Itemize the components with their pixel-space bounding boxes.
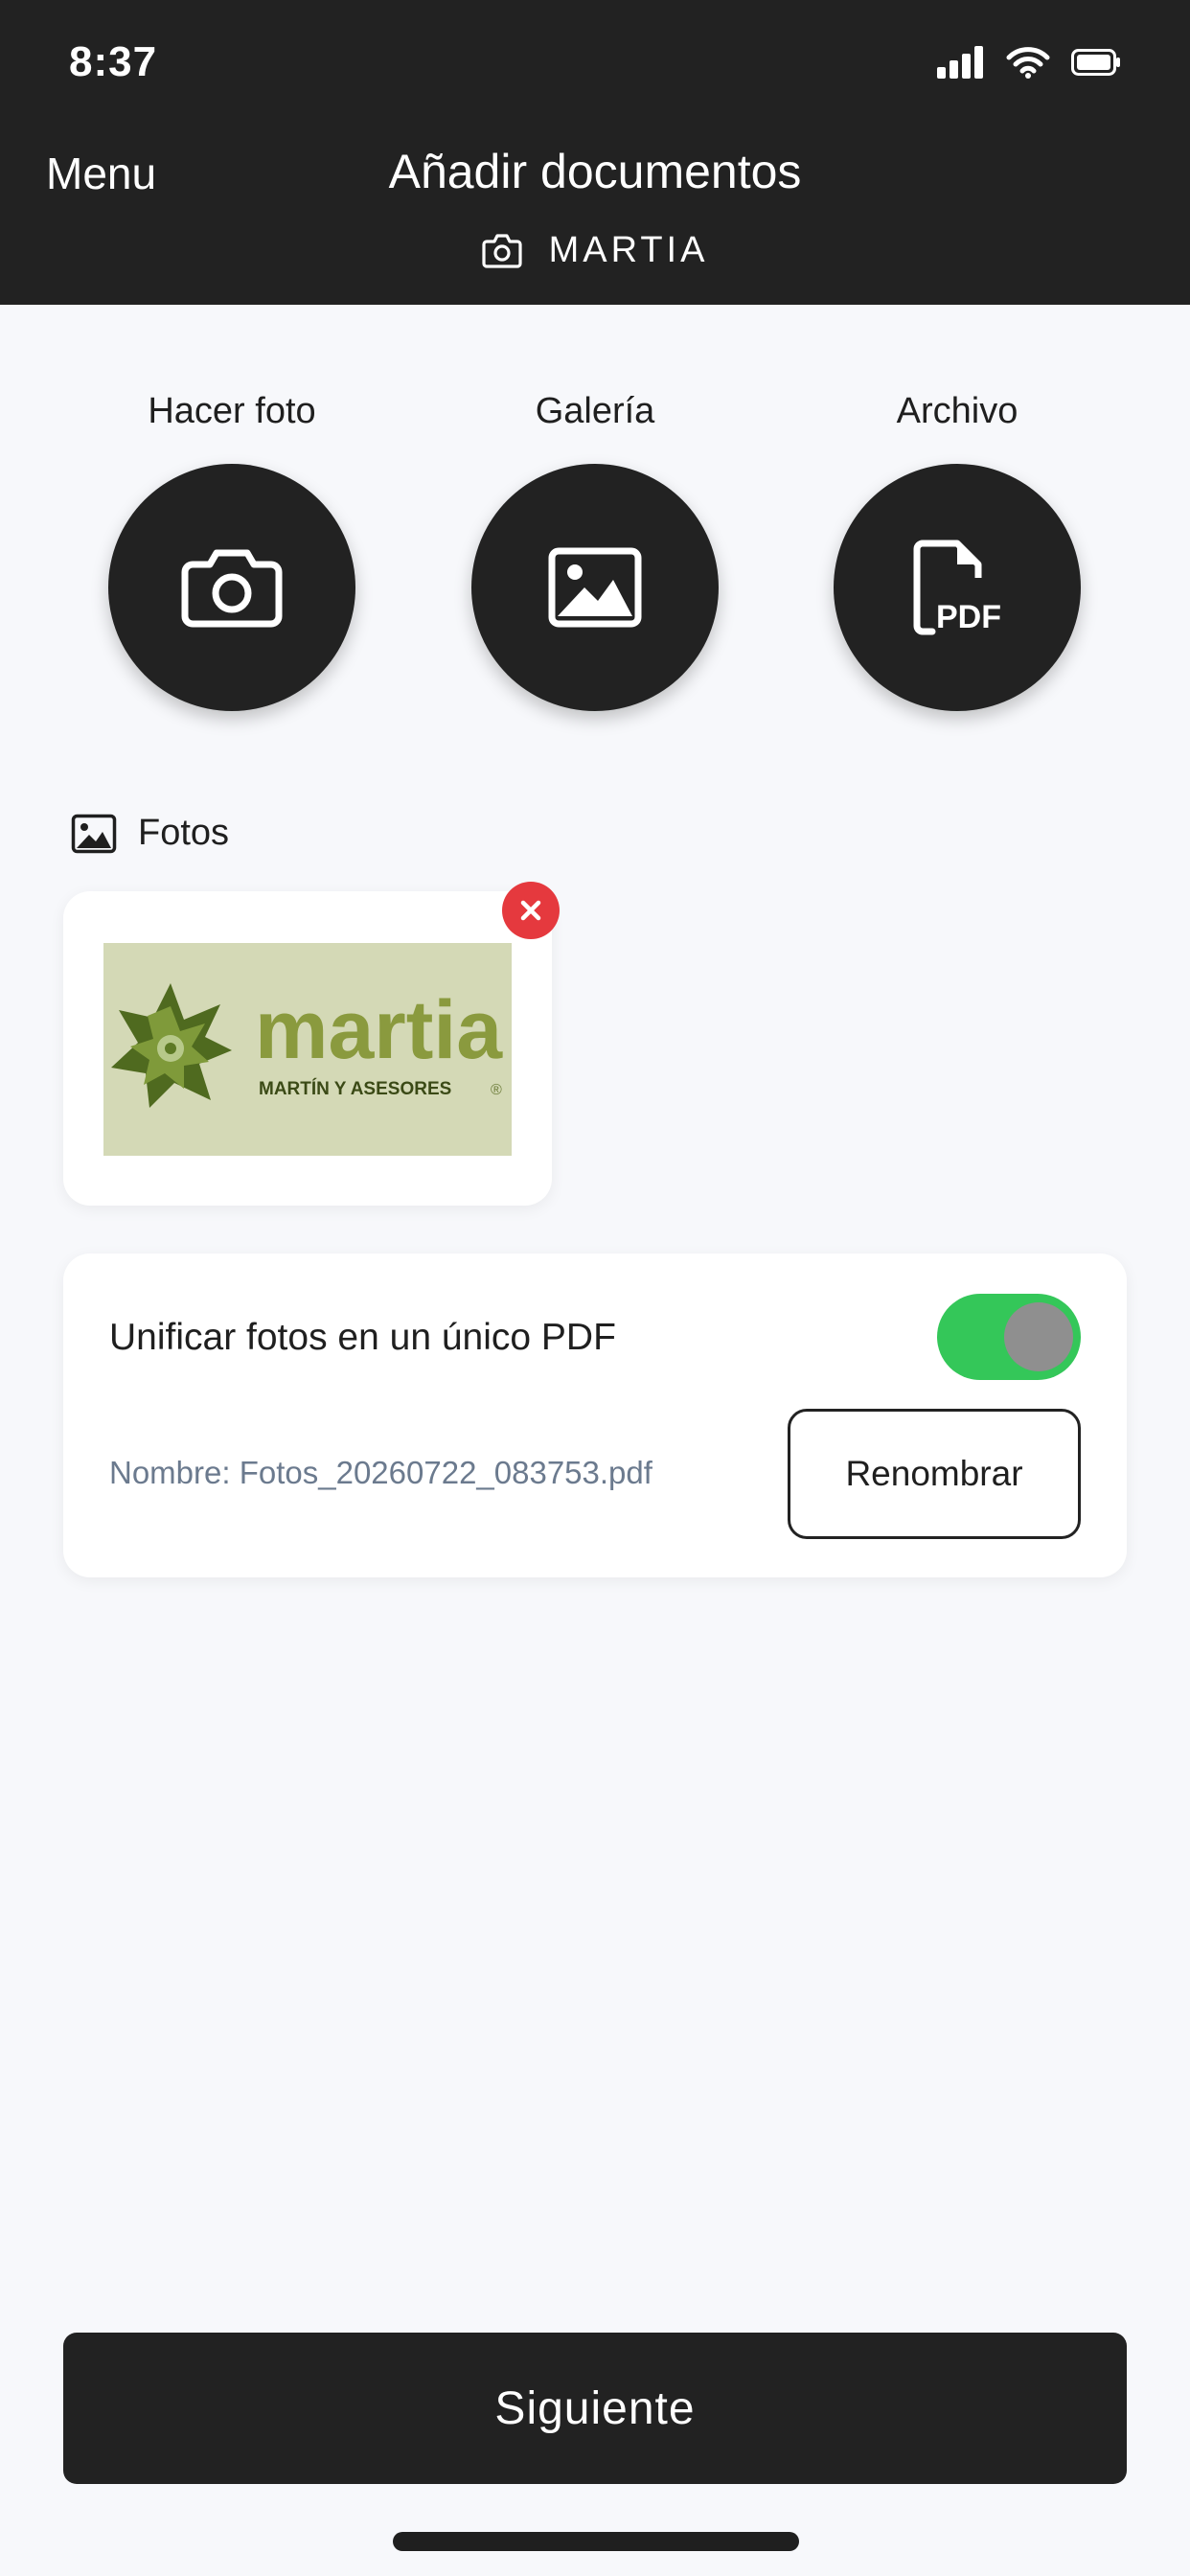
gallery-label: Galería [535,391,655,431]
next-button[interactable]: Siguiente [63,2333,1127,2484]
app-header: 8:37 Menu Añadir documentos MARTIA [0,0,1190,305]
photos-section-label: Fotos [138,813,230,853]
take-photo-action[interactable]: Hacer foto [88,391,376,711]
martia-logo: martia MARTÍN Y ASESORES ® [111,983,503,1108]
status-icons [937,46,1121,79]
image-icon [548,547,642,628]
take-photo-button[interactable] [108,464,355,711]
camera-icon [181,549,283,628]
photos-section-header: Fotos [71,813,229,854]
home-indicator[interactable] [393,2532,799,2551]
company-subtitle: MARTIA [0,230,1190,271]
unify-pdf-label: Unificar fotos en un único PDF [109,1317,616,1358]
close-icon [520,900,541,921]
pdf-file-icon: PDF [913,540,1001,635]
gallery-button[interactable] [471,464,719,711]
take-photo-label: Hacer foto [148,391,316,431]
logo-subtext: MARTÍN Y ASESORES [259,1078,451,1099]
file-action[interactable]: Archivo PDF [813,391,1101,711]
rename-button[interactable]: Renombrar [788,1409,1081,1539]
status-time: 8:37 [69,38,158,85]
logo-wordmark: martia [255,984,503,1076]
logo-registered-mark: ® [491,1082,502,1098]
wifi-icon [1006,47,1050,79]
company-name: MARTIA [548,230,709,270]
file-button[interactable]: PDF [834,464,1081,711]
image-icon [71,814,117,853]
camera-icon [481,233,522,268]
photo-thumbnail-card[interactable]: martia MARTÍN Y ASESORES ® [63,891,552,1206]
remove-photo-button[interactable] [502,882,560,939]
unify-pdf-card: Unificar fotos en un único PDF Nombre: F… [63,1254,1127,1577]
battery-icon [1071,49,1120,76]
unify-pdf-toggle[interactable] [937,1294,1081,1380]
page-title: Añadir documentos [388,145,802,198]
gallery-action[interactable]: Galería [451,391,739,711]
toggle-knob [1004,1302,1073,1371]
photo-thumbnail: martia MARTÍN Y ASESORES ® [103,943,512,1156]
cellular-signal-icon [937,46,983,79]
pdf-filename: Nombre: Fotos_20260722_083753.pdf [109,1455,652,1490]
svg-text:PDF: PDF [936,599,1001,635]
file-label: Archivo [896,391,1018,431]
